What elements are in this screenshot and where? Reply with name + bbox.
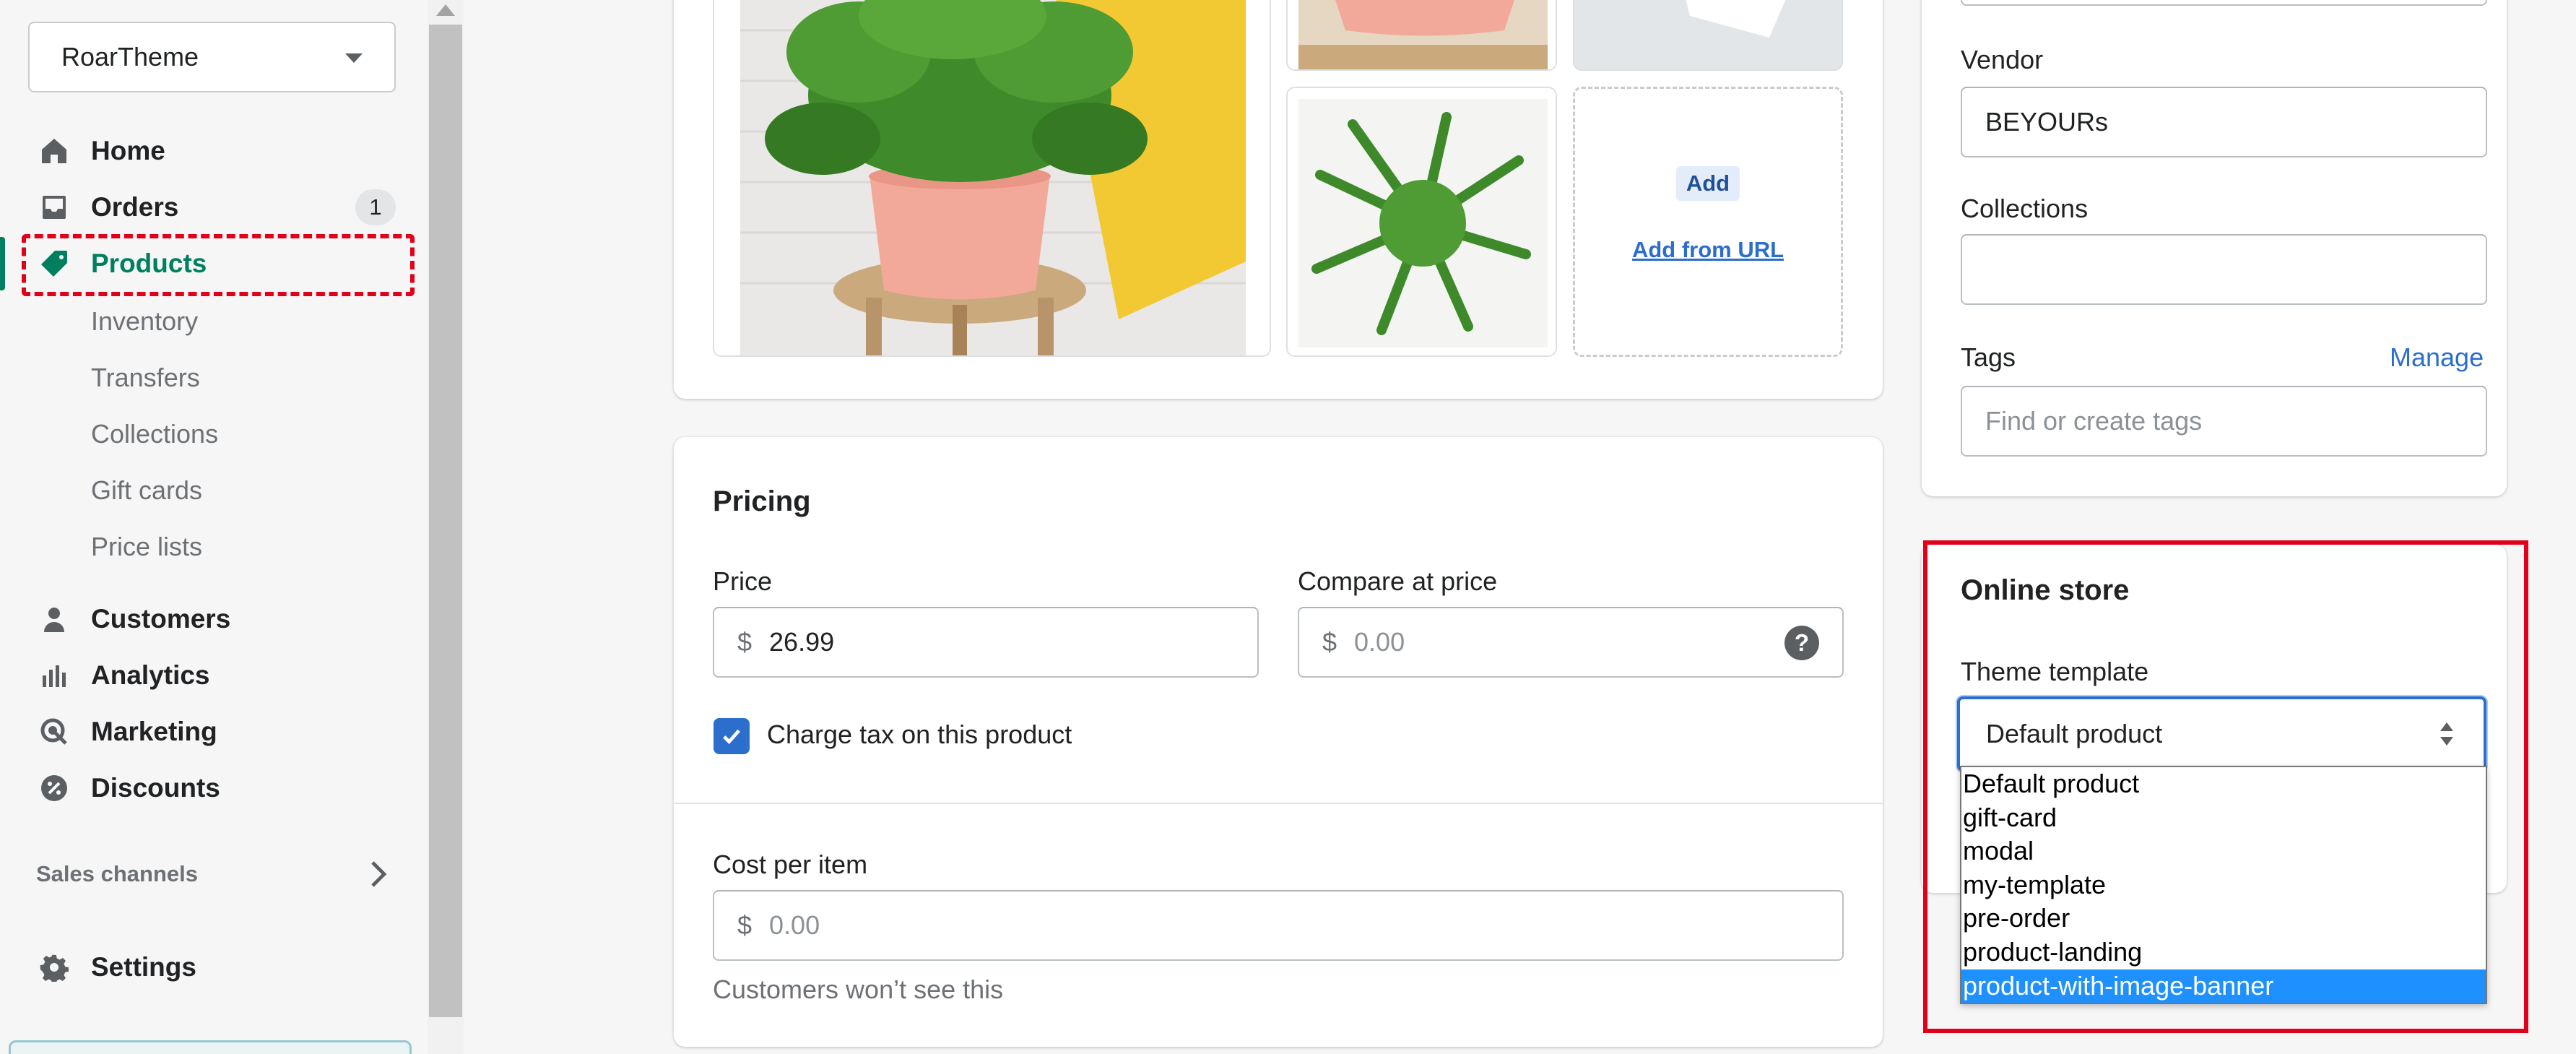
option-my-template[interactable]: my-template	[1961, 868, 2486, 902]
product-type-input[interactable]	[1961, 0, 2487, 6]
nav-analytics-label: Analytics	[91, 660, 210, 690]
compare-placeholder: 0.00	[1354, 627, 1405, 657]
checkmark-icon	[723, 729, 740, 745]
add-from-url-link[interactable]: Add from URL	[1632, 237, 1784, 263]
question-help-icon[interactable]: ?	[1784, 626, 1819, 660]
compare-at-price-input[interactable]: $ 0.00 ?	[1298, 607, 1844, 678]
nav-marketing-label: Marketing	[91, 717, 217, 746]
theme-template-select[interactable]: Default product	[1957, 696, 2486, 772]
select-updown-icon	[2440, 722, 2453, 746]
cost-per-item-input[interactable]: $ 0.00	[713, 890, 1844, 961]
fern-in-pink-pot-image	[714, 0, 1270, 355]
add-media-button[interactable]: Add	[1675, 166, 1740, 201]
chevron-right-icon[interactable]	[367, 858, 390, 890]
sidebar: RoarTheme Home Orders 1 Products Invento…	[0, 0, 428, 1054]
vendor-value: BEYOURs	[1985, 107, 2109, 137]
gear-icon	[38, 951, 71, 984]
option-product-landing[interactable]: product-landing	[1961, 936, 2486, 969]
fern-top-view-image	[1288, 88, 1556, 355]
nav-home[interactable]: Home	[38, 129, 165, 173]
price-input[interactable]: $ 26.99	[713, 607, 1259, 678]
media-add-dropzone[interactable]: Add Add from URL	[1573, 87, 1843, 357]
charge-tax-label[interactable]: Charge tax on this product	[767, 720, 1072, 750]
scrollbar-thumb[interactable]	[429, 25, 462, 1017]
nav-discounts-label: Discounts	[91, 773, 220, 803]
orders-count-badge: 1	[355, 189, 396, 225]
manage-tags-link[interactable]: Manage	[2390, 342, 2484, 373]
nav-gift-cards[interactable]: Gift cards	[91, 470, 202, 511]
theme-template-label: Theme template	[1961, 657, 2149, 686]
online-store-title: Online store	[1961, 574, 2130, 606]
business-card-image	[1574, 0, 1842, 69]
home-icon	[38, 134, 71, 168]
target-icon	[38, 715, 71, 748]
price-value: 26.99	[769, 627, 835, 657]
caret-down-icon	[345, 53, 363, 63]
scroll-up-arrow-icon[interactable]	[436, 4, 455, 16]
nav-settings-label: Settings	[91, 952, 196, 982]
media-image-pot[interactable]	[1286, 0, 1557, 71]
tags-label: Tags	[1961, 342, 2016, 372]
cost-help-text: Customers won’t see this	[713, 975, 1004, 1004]
nav-transfers[interactable]: Transfers	[91, 358, 200, 398]
sidebar-bottom-banner	[9, 1040, 412, 1054]
media-image-fern[interactable]	[1286, 87, 1557, 357]
person-icon	[38, 602, 71, 636]
cost-currency-prefix: $	[737, 910, 753, 940]
nav-inventory[interactable]: Inventory	[91, 301, 198, 342]
tags-placeholder: Find or create tags	[1985, 406, 2203, 436]
sales-channels-heading: Sales channels	[36, 861, 199, 886]
charge-tax-checkbox[interactable]	[714, 718, 750, 754]
nav-home-label: Home	[91, 136, 165, 165]
nav-price-lists[interactable]: Price lists	[91, 527, 202, 567]
vendor-label: Vendor	[1961, 45, 2044, 74]
nav-customers-label: Customers	[91, 604, 231, 634]
discount-icon	[38, 772, 71, 805]
nav-orders[interactable]: Orders	[38, 185, 178, 230]
store-name: RoarTheme	[61, 42, 199, 72]
media-image-card[interactable]	[1573, 0, 1843, 71]
theme-template-selected-value: Default product	[1986, 719, 2163, 748]
orders-inbox-icon	[38, 191, 71, 224]
cost-placeholder: 0.00	[769, 910, 820, 940]
tags-input[interactable]: Find or create tags	[1961, 386, 2487, 457]
media-image-main[interactable]	[713, 0, 1271, 357]
nav-orders-label: Orders	[91, 192, 179, 222]
pricing-divider	[674, 803, 1883, 804]
nav-settings[interactable]: Settings	[38, 945, 196, 990]
products-highlight-box	[22, 234, 415, 296]
option-modal[interactable]: modal	[1961, 834, 2486, 868]
nav-discounts[interactable]: Discounts	[38, 766, 220, 811]
price-currency-prefix: $	[737, 627, 753, 657]
vendor-input[interactable]: BEYOURs	[1961, 87, 2487, 157]
bar-chart-icon	[38, 659, 71, 692]
option-gift-card[interactable]: gift-card	[1961, 801, 2486, 835]
option-product-with-image-banner[interactable]: product-with-image-banner	[1961, 969, 2486, 1003]
option-default-product[interactable]: Default product	[1961, 767, 2486, 801]
option-pre-order[interactable]: pre-order	[1961, 902, 2486, 936]
pink-pot-image	[1288, 0, 1556, 69]
active-indicator	[0, 237, 5, 290]
theme-template-options-list[interactable]: Default product gift-card modal my-templ…	[1960, 766, 2487, 1004]
store-switcher[interactable]: RoarTheme	[28, 22, 396, 92]
collections-label: Collections	[1961, 194, 2089, 223]
nav-marketing[interactable]: Marketing	[38, 709, 217, 754]
nav-analytics[interactable]: Analytics	[38, 653, 210, 698]
pricing-title: Pricing	[713, 485, 811, 517]
price-label: Price	[713, 566, 773, 596]
nav-customers[interactable]: Customers	[38, 597, 230, 642]
compare-at-price-label: Compare at price	[1298, 566, 1498, 596]
collections-input[interactable]	[1961, 234, 2487, 305]
nav-collections[interactable]: Collections	[91, 414, 218, 454]
cost-per-item-label: Cost per item	[713, 850, 868, 879]
compare-currency-prefix: $	[1322, 627, 1337, 657]
